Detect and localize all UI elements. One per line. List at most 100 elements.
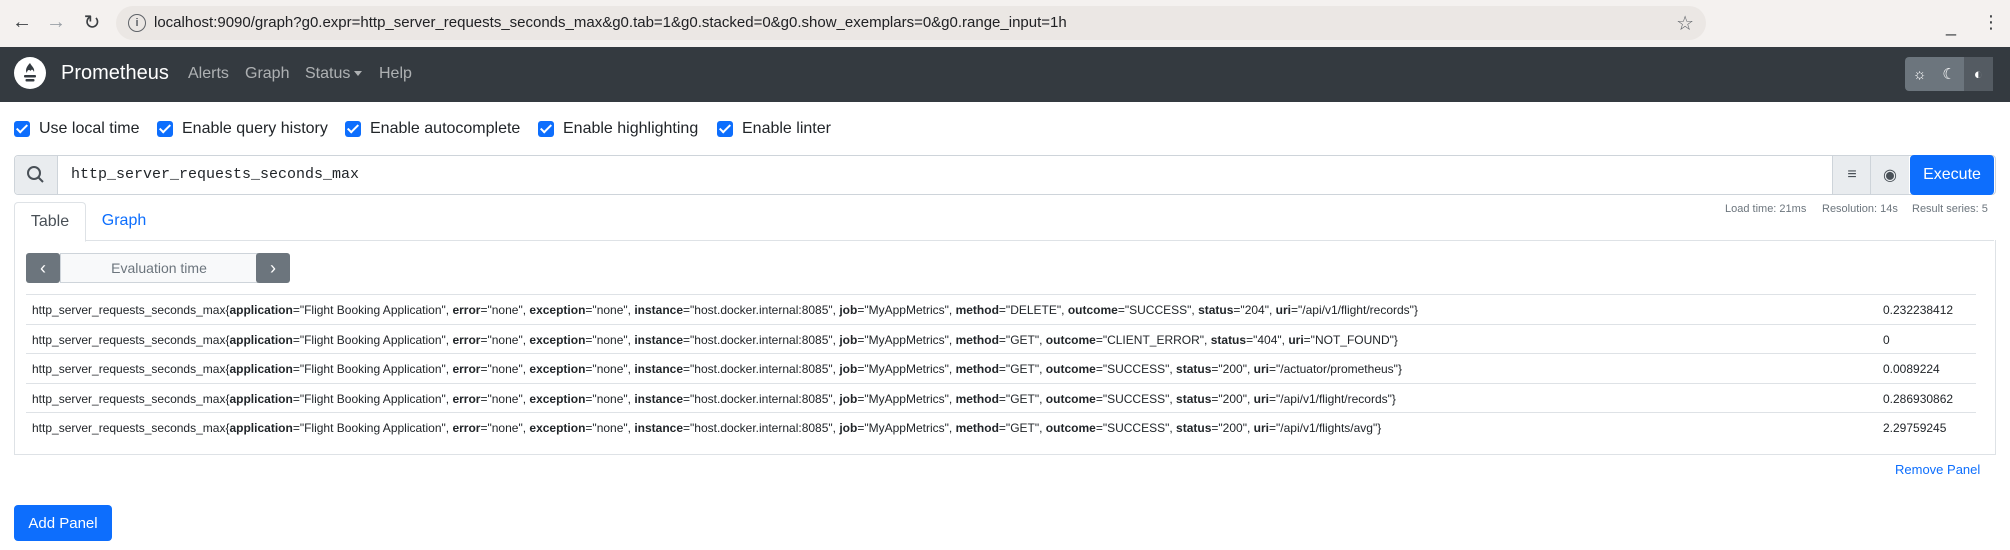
- metric-name: http_server_requests_seconds_max: [32, 362, 226, 376]
- light-theme-sun-icon[interactable]: ☼: [1905, 57, 1934, 91]
- label-key: uri: [1253, 391, 1269, 406]
- chevron-right-icon[interactable]: ›: [256, 253, 290, 283]
- option-label: Enable autocomplete: [370, 120, 521, 137]
- label-key: method: [955, 362, 999, 376]
- label-key: job: [839, 303, 858, 317]
- nav-alerts[interactable]: Alerts: [188, 65, 229, 83]
- chevron-left-icon[interactable]: ‹: [26, 253, 60, 283]
- checkbox-checked-icon[interactable]: [538, 121, 554, 137]
- label-key: method: [955, 332, 999, 347]
- option-enable-linter[interactable]: Enable linter: [717, 118, 831, 140]
- url-text[interactable]: localhost:9090/graph?g0.expr=http_server…: [154, 14, 1067, 31]
- minimize-icon[interactable]: _: [1946, 16, 1956, 37]
- evaluation-time-input[interactable]: Evaluation time: [60, 253, 258, 283]
- label-key: application: [229, 303, 293, 317]
- label-value: NOT_FOUND: [1314, 332, 1390, 347]
- label-value: 404: [1257, 332, 1278, 347]
- label-value: GET: [1010, 362, 1035, 376]
- series-labels: http_server_requests_seconds_max{applica…: [32, 332, 1398, 347]
- label-key: job: [839, 332, 858, 347]
- label-key: outcome: [1045, 332, 1096, 347]
- checkbox-checked-icon[interactable]: [14, 121, 30, 137]
- expression-input-group: http_server_requests_seconds_max ≡ ◉: [14, 155, 1996, 195]
- label-key: status: [1176, 391, 1212, 406]
- metrics-explorer-globe-icon[interactable]: ◉: [1870, 156, 1909, 194]
- remove-panel-link[interactable]: Remove Panel: [1895, 462, 1980, 477]
- table-row: http_server_requests_seconds_max{applica…: [26, 382, 1976, 413]
- sample-value: 0.232238412: [1883, 303, 1954, 317]
- label-key: method: [955, 421, 999, 435]
- label-value: none: [596, 391, 624, 406]
- label-value: none: [596, 303, 624, 317]
- label-value: GET: [1010, 421, 1035, 435]
- label-value: 204: [1244, 303, 1265, 317]
- label-value: 200: [1222, 362, 1243, 376]
- tab-table[interactable]: Table: [14, 202, 86, 242]
- label-value: host.docker.internal:8085: [694, 362, 829, 376]
- address-bar[interactable]: i localhost:9090/graph?g0.expr=http_serv…: [116, 6, 1706, 40]
- label-value: none: [491, 421, 519, 435]
- auto-theme-contrast-icon[interactable]: ◐: [1963, 57, 1993, 91]
- label-value: SUCCESS: [1107, 362, 1166, 376]
- table-row: http_server_requests_seconds_max{applica…: [26, 353, 1976, 383]
- forward-arrow-icon[interactable]: →: [44, 10, 68, 34]
- format-expression-icon[interactable]: ≡: [1832, 156, 1871, 194]
- option-enable-autocomplete[interactable]: Enable autocomplete: [345, 118, 520, 140]
- label-key: instance: [634, 303, 684, 317]
- label-value: host.docker.internal:8085: [694, 303, 829, 317]
- label-key: exception: [529, 332, 586, 347]
- option-label: Enable highlighting: [563, 120, 699, 137]
- label-key: outcome: [1045, 391, 1096, 406]
- label-value: MyAppMetrics: [868, 303, 945, 317]
- brand-title[interactable]: Prometheus: [61, 62, 169, 85]
- bookmark-star-icon[interactable]: ☆: [1676, 11, 1694, 36]
- nav-status[interactable]: Status: [305, 65, 363, 83]
- label-key: application: [229, 332, 293, 347]
- expression-input[interactable]: http_server_requests_seconds_max: [71, 166, 359, 183]
- series-labels: http_server_requests_seconds_max{applica…: [32, 303, 1418, 317]
- table-row: http_server_requests_seconds_max{applica…: [26, 294, 1976, 324]
- option-enable-query-history[interactable]: Enable query history: [157, 118, 328, 140]
- label-value: SUCCESS: [1107, 421, 1166, 435]
- label-value: host.docker.internal:8085: [694, 332, 829, 347]
- label-value: host.docker.internal:8085: [694, 391, 829, 406]
- result-series: Result series: 5: [1912, 203, 1988, 215]
- add-panel-button[interactable]: Add Panel: [14, 505, 112, 541]
- label-key: method: [955, 391, 999, 406]
- label-key: error: [452, 332, 481, 347]
- back-arrow-icon[interactable]: ←: [10, 10, 34, 34]
- checkbox-checked-icon[interactable]: [717, 121, 733, 137]
- label-key: exception: [529, 362, 586, 376]
- option-use-local-time[interactable]: Use local time: [14, 118, 139, 140]
- label-value: GET: [1010, 332, 1035, 347]
- option-enable-highlighting[interactable]: Enable highlighting: [538, 118, 698, 140]
- checkbox-checked-icon[interactable]: [345, 121, 361, 137]
- sample-value: 2.29759245: [1883, 421, 1947, 435]
- label-key: method: [955, 303, 999, 317]
- option-label: Use local time: [39, 120, 140, 137]
- browser-menu-icon[interactable]: ⋮: [1982, 12, 2000, 33]
- option-label: Enable linter: [742, 120, 831, 137]
- label-key: error: [452, 362, 481, 376]
- sample-value: 0.0089224: [1883, 362, 1940, 376]
- site-info-icon[interactable]: i: [128, 14, 146, 32]
- reload-icon[interactable]: ↻: [80, 10, 104, 34]
- nav-graph[interactable]: Graph: [245, 65, 289, 83]
- label-value: Flight Booking Application: [304, 303, 442, 317]
- label-key: exception: [529, 303, 586, 317]
- prometheus-logo-icon[interactable]: [14, 57, 46, 89]
- label-value: /api/v1/flight/records: [1280, 391, 1388, 406]
- label-key: instance: [634, 362, 684, 376]
- dark-theme-moon-icon[interactable]: ☾: [1934, 57, 1963, 91]
- label-value: MyAppMetrics: [868, 391, 945, 406]
- browser-toolbar: ← → ↻ i localhost:9090/graph?g0.expr=htt…: [0, 0, 2010, 47]
- tab-graph[interactable]: Graph: [88, 202, 160, 240]
- option-label: Enable query history: [182, 120, 328, 137]
- label-key: application: [229, 421, 293, 435]
- execute-button[interactable]: Execute: [1910, 155, 1994, 195]
- series-labels: http_server_requests_seconds_max{applica…: [32, 362, 1402, 376]
- label-value: Flight Booking Application: [304, 332, 442, 347]
- sample-value: 0.286930862: [1883, 391, 1954, 406]
- checkbox-checked-icon[interactable]: [157, 121, 173, 137]
- nav-help[interactable]: Help: [379, 65, 412, 83]
